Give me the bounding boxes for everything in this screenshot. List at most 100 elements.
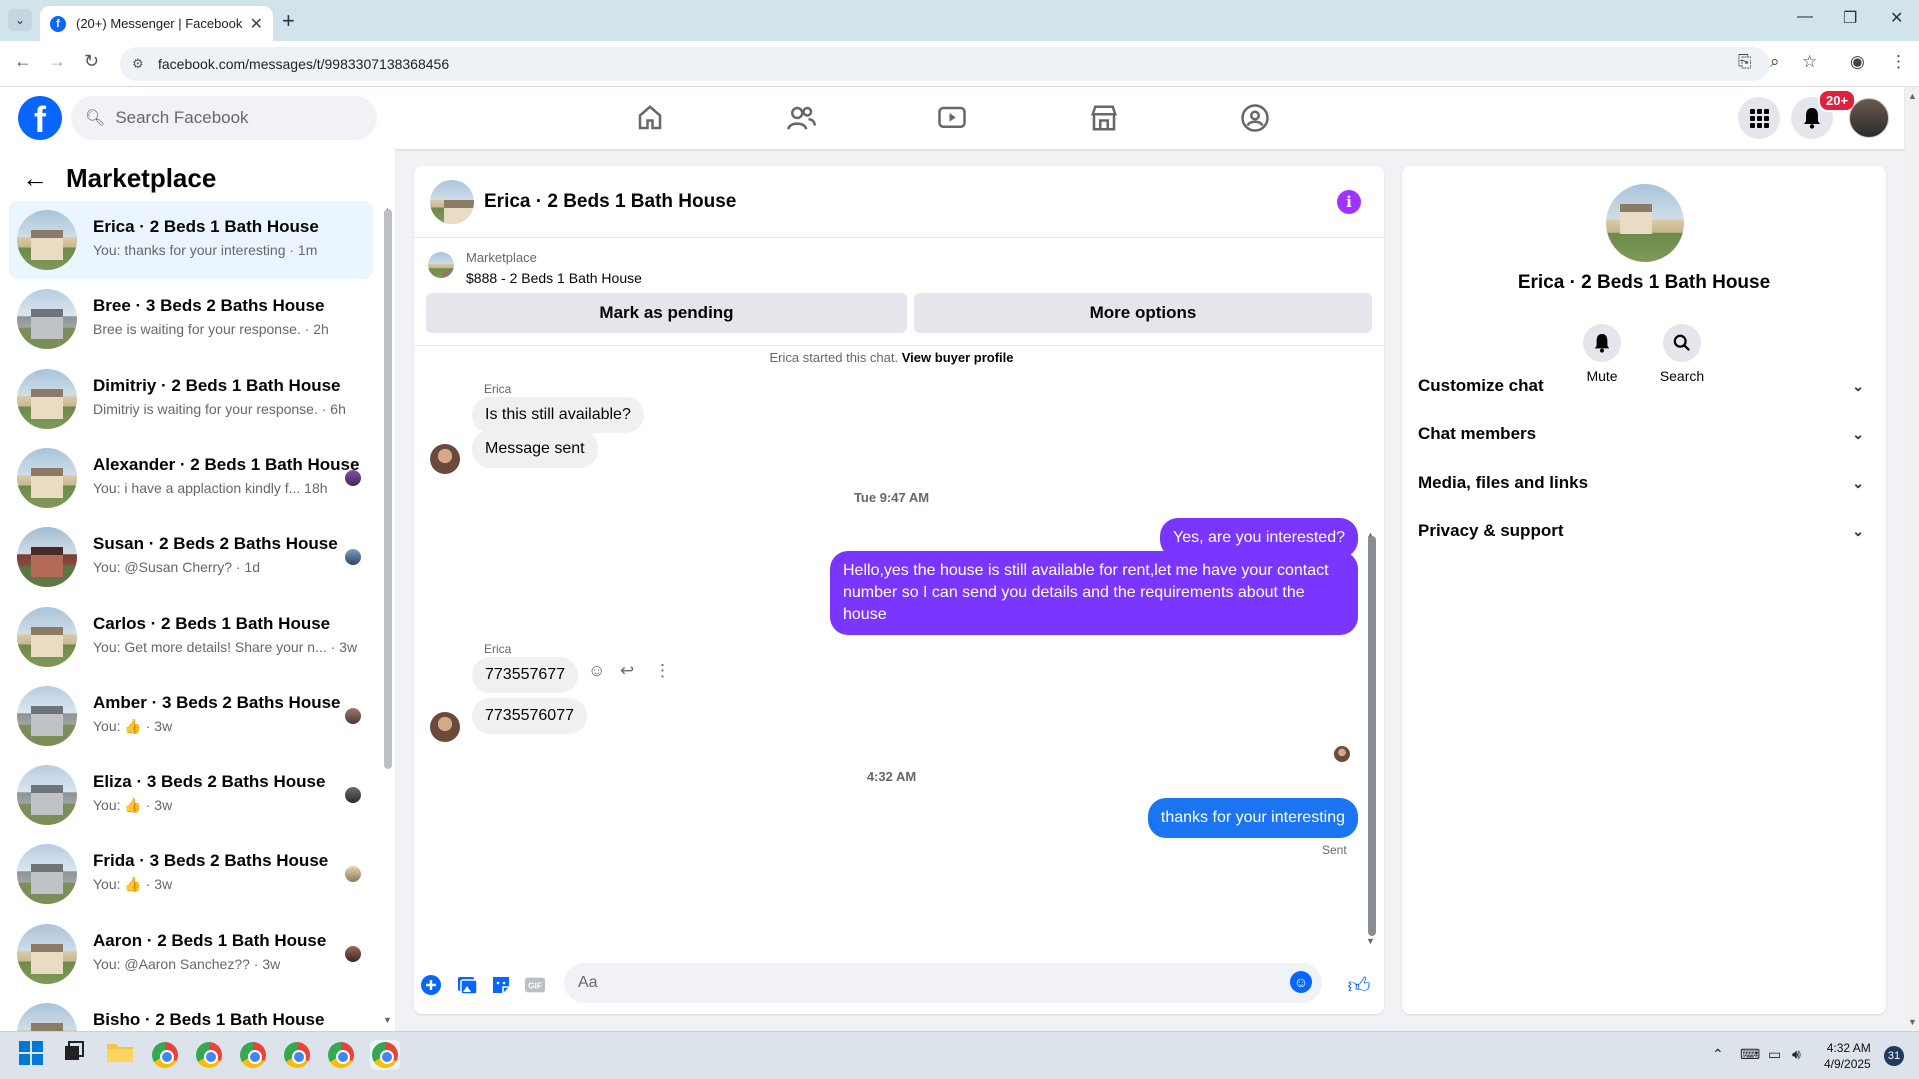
show-hidden-icons[interactable]: ⌃ xyxy=(1712,1046,1724,1063)
zoom-icon[interactable]: ⌕ xyxy=(1770,52,1780,72)
chat-scroll-down[interactable]: ▼ xyxy=(1366,936,1375,946)
seen-avatar xyxy=(345,708,361,724)
reply-icon[interactable]: ↩ xyxy=(620,661,634,681)
listing-avatar xyxy=(17,1003,77,1031)
bell-icon xyxy=(1583,324,1621,362)
forward-button[interactable]: → xyxy=(48,51,66,72)
site-info-icon[interactable]: ⚙ xyxy=(132,56,144,72)
profile-icon[interactable]: ◉ xyxy=(1850,52,1865,72)
conversation-susan[interactable]: Susan · 2 Beds 2 Baths House You: @Susan… xyxy=(9,518,373,596)
outgoing-message[interactable]: thanks for your interesting xyxy=(1147,798,1358,838)
account-avatar[interactable] xyxy=(1849,98,1889,138)
bookmark-star-icon[interactable]: ☆ xyxy=(1802,52,1817,72)
minimize-button[interactable]: — xyxy=(1797,8,1813,26)
page-scroll-down[interactable]: ▼ xyxy=(1908,1017,1917,1027)
facebook-logo[interactable]: f xyxy=(18,96,62,140)
tab-search-dropdown[interactable]: ⌄ xyxy=(8,9,32,31)
sticker-icon[interactable] xyxy=(490,974,512,996)
close-tab-icon[interactable]: ✕ xyxy=(250,14,263,34)
chrome-app-active[interactable] xyxy=(370,1040,400,1070)
keyboard-icon[interactable]: ⌨ xyxy=(1740,1046,1760,1063)
conversation-eliza[interactable]: Eliza · 3 Beds 2 Baths House You: 👍 · 3w xyxy=(9,756,373,834)
mark-as-pending-button[interactable]: Mark as pending xyxy=(426,293,907,333)
photo-icon[interactable] xyxy=(456,974,478,996)
sender-avatar[interactable] xyxy=(430,712,460,742)
friends-icon[interactable] xyxy=(786,103,816,133)
info-icon[interactable]: i xyxy=(1337,190,1361,214)
install-app-icon[interactable]: ⎘ xyxy=(1738,52,1752,72)
details-avatar[interactable] xyxy=(1606,184,1684,262)
react-emoji-icon[interactable]: ☺ xyxy=(588,661,605,681)
emoji-icon[interactable]: ☺ xyxy=(1290,971,1312,993)
url-text: facebook.com/messages/t/9983307138368456 xyxy=(158,56,450,72)
chat-scrollbar[interactable] xyxy=(1368,536,1376,936)
marketplace-icon[interactable] xyxy=(1089,103,1119,133)
scroll-down-arrow[interactable]: ▼ xyxy=(383,1015,392,1025)
view-buyer-profile-link[interactable]: View buyer profile xyxy=(902,350,1014,365)
incoming-message[interactable]: Is this still available? xyxy=(472,397,644,433)
restore-button[interactable]: ❐ xyxy=(1843,8,1857,28)
conversation-frida[interactable]: Frida · 3 Beds 2 Baths House You: 👍 · 3w xyxy=(9,835,373,913)
privacy-support-section[interactable]: Privacy & support ⌄ xyxy=(1418,509,1870,553)
incoming-message[interactable]: 7735576077 xyxy=(472,698,587,734)
conversation-amber[interactable]: Amber · 3 Beds 2 Baths House You: 👍 · 3w xyxy=(9,677,373,755)
search-facebook-input[interactable]: 🔍︎ Search Facebook xyxy=(71,96,377,140)
back-button[interactable]: ← xyxy=(14,51,32,72)
close-window-button[interactable]: ✕ xyxy=(1890,8,1903,28)
menu-grid-button[interactable] xyxy=(1738,97,1780,139)
home-icon[interactable] xyxy=(635,103,665,133)
chat-members-section[interactable]: Chat members ⌄ xyxy=(1418,412,1870,456)
conversation-dimitriy[interactable]: Dimitriy · 2 Beds 1 Bath House Dimitriy … xyxy=(9,360,373,438)
new-tab-button[interactable]: + xyxy=(282,8,295,34)
chrome-app-5[interactable] xyxy=(326,1040,356,1070)
reload-button[interactable]: ↻ xyxy=(84,51,99,72)
details-name: Erica · 2 Beds 1 Bath House xyxy=(1517,272,1771,293)
more-options-button[interactable]: More options xyxy=(914,293,1372,333)
conversation-bree[interactable]: Bree · 3 Beds 2 Baths House Bree is wait… xyxy=(9,280,373,358)
listing-banner: Marketplace $888 - 2 Beds 1 Bath House M… xyxy=(414,238,1384,346)
seen-indicator-avatar xyxy=(1334,746,1350,762)
chrome-app-2[interactable] xyxy=(194,1040,224,1070)
chat-avatar[interactable] xyxy=(430,180,474,224)
conversation-aaron[interactable]: Aaron · 2 Beds 1 Bath House You: @Aaron … xyxy=(9,915,373,993)
page-scrollbar[interactable]: ▲ ▼ xyxy=(1906,87,1919,1031)
address-bar[interactable]: ⚙ facebook.com/messages/t/99833071383684… xyxy=(120,47,1770,81)
conversation-name: Frida · 3 Beds 2 Baths House xyxy=(93,851,329,870)
plus-icon[interactable] xyxy=(420,974,442,996)
gif-icon[interactable]: GIF xyxy=(524,974,546,996)
volume-icon[interactable]: 🔊︎ xyxy=(1792,1046,1801,1063)
groups-icon[interactable] xyxy=(1240,103,1270,133)
outgoing-message[interactable]: Hello,yes the house is still available f… xyxy=(830,551,1358,635)
conversation-alexander[interactable]: Alexander · 2 Beds 1 Bath House You: i h… xyxy=(9,439,373,517)
menu-icon[interactable]: ⋮ xyxy=(1890,52,1907,72)
chrome-app-3[interactable] xyxy=(238,1040,268,1070)
sender-avatar[interactable] xyxy=(430,444,460,474)
file-explorer-button[interactable] xyxy=(106,1040,136,1070)
page-scroll-up[interactable]: ▲ xyxy=(1908,91,1917,101)
task-view-button[interactable] xyxy=(62,1040,92,1070)
listing-title[interactable]: $888 - 2 Beds 1 Bath House xyxy=(466,270,642,286)
notification-count[interactable]: 31 xyxy=(1884,1046,1904,1066)
listing-thumbnail[interactable] xyxy=(428,252,454,278)
customize-chat-section[interactable]: Customize chat ⌄ xyxy=(1418,364,1870,408)
conversation-bisho[interactable]: Bisho · 2 Beds 1 Bath House xyxy=(9,994,373,1031)
video-icon[interactable] xyxy=(937,103,967,133)
network-icon[interactable]: ▭ xyxy=(1768,1046,1781,1063)
chrome-app-4[interactable] xyxy=(282,1040,312,1070)
conversation-erica[interactable]: Erica · 2 Beds 1 Bath House You: thanks … xyxy=(9,201,373,279)
start-button[interactable] xyxy=(18,1040,48,1070)
sidebar-scrollbar[interactable] xyxy=(384,209,392,769)
message-input[interactable]: Aa ☺ xyxy=(564,963,1322,1003)
chat-title[interactable]: Erica · 2 Beds 1 Bath House xyxy=(484,191,736,213)
thumbs-up-icon[interactable]: 👍︎ xyxy=(1348,973,1371,998)
active-tab[interactable]: f (20+) Messenger | Facebook ✕ xyxy=(40,6,273,41)
incoming-message[interactable]: 773557677 xyxy=(472,657,579,693)
chrome-app-1[interactable] xyxy=(150,1040,180,1070)
more-actions-icon[interactable]: ⋮ xyxy=(654,661,671,681)
conversation-preview: You: Get more details! Share your n... ·… xyxy=(93,639,358,655)
media-files-links-section[interactable]: Media, files and links ⌄ xyxy=(1418,461,1870,505)
conversation-carlos[interactable]: Carlos · 2 Beds 1 Bath House You: Get mo… xyxy=(9,598,373,676)
back-arrow-icon[interactable]: ← xyxy=(22,163,48,194)
system-clock[interactable]: 4:32 AM 4/9/2025 xyxy=(1824,1040,1871,1072)
incoming-message[interactable]: Message sent xyxy=(472,430,598,468)
